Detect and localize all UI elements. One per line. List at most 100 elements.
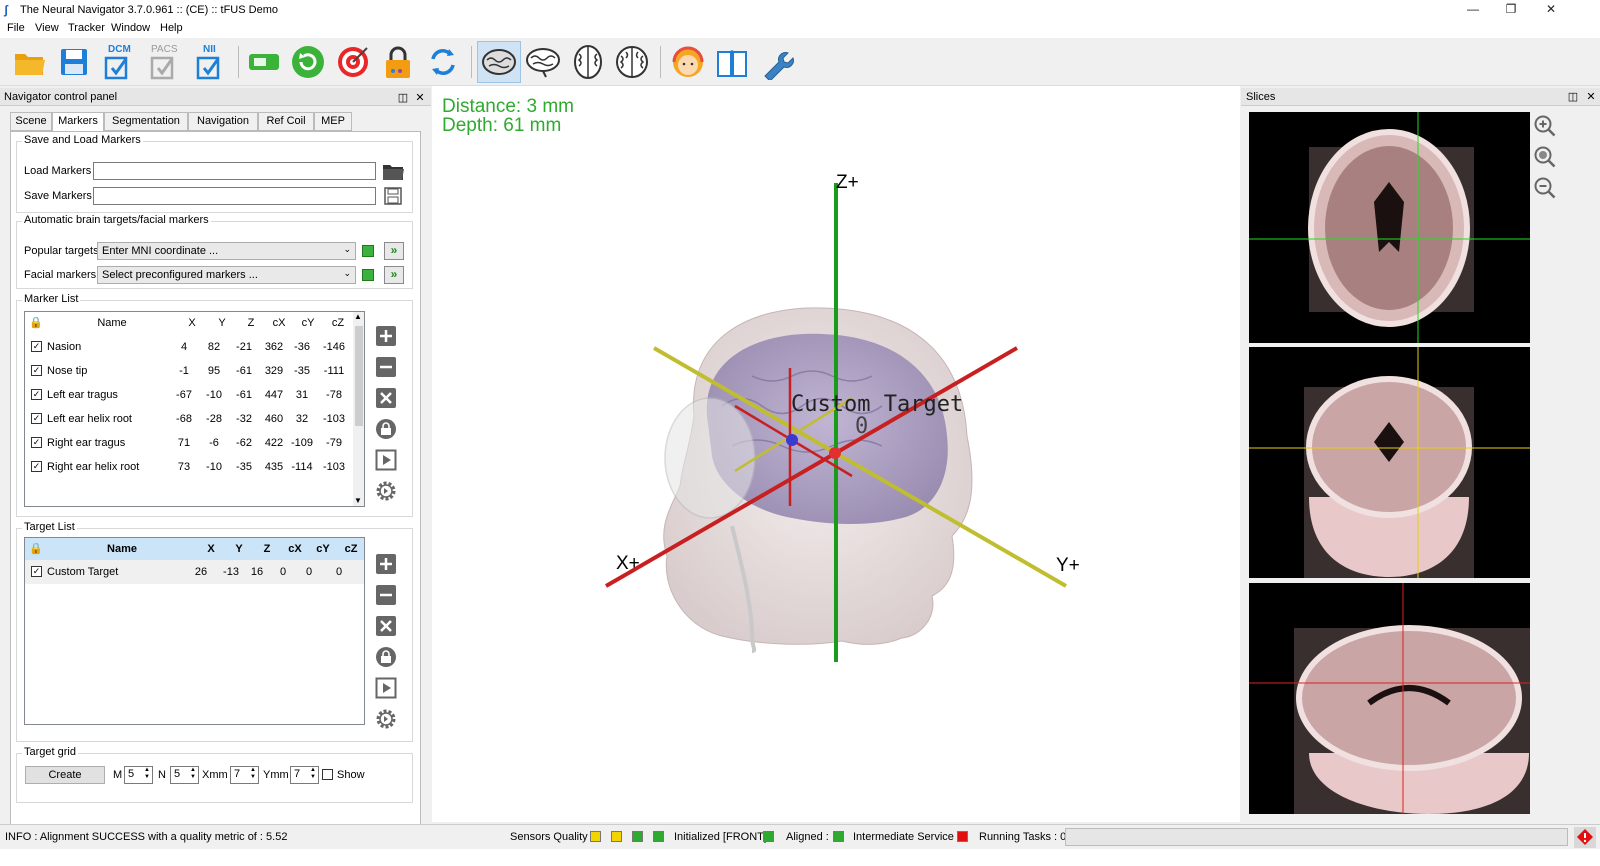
column-z[interactable]: Z (237, 312, 265, 334)
column-y[interactable]: Y (225, 538, 253, 560)
sagittal-slice-view[interactable] (1249, 583, 1530, 814)
menu-tracker[interactable]: Tracker (68, 22, 105, 34)
toggle-on-icon[interactable] (246, 44, 282, 80)
support-avatar-icon[interactable] (670, 44, 706, 80)
create-grid-button[interactable]: Create (25, 766, 105, 784)
marker-table[interactable]: 🔒 Name X Y Z cX cY cZ ▲ ▼ ✓ Nasion 4 82 … (24, 311, 365, 507)
wrench-icon[interactable] (759, 44, 795, 80)
column-name[interactable]: Name (47, 312, 177, 334)
save-markers-input[interactable] (93, 187, 376, 205)
zoom-out-icon[interactable] (1533, 176, 1557, 200)
table-row[interactable]: ✓ Left ear helix root -68 -28 -32 460 32… (25, 407, 353, 431)
scroll-up-icon[interactable]: ▲ (354, 312, 362, 321)
undock-icon[interactable]: ◫ (397, 91, 409, 104)
play-target-icon[interactable] (375, 677, 397, 699)
menu-view[interactable]: View (35, 22, 59, 34)
spin-arrows-icon[interactable]: ▲ ▼ (144, 767, 151, 781)
folder-browse-icon[interactable] (381, 160, 405, 182)
load-markers-input[interactable] (93, 162, 376, 180)
column-x[interactable]: X (197, 538, 225, 560)
lock-orange-icon[interactable] (380, 44, 416, 80)
delete-all-markers-icon[interactable] (375, 387, 397, 409)
tab-segmentation[interactable]: Segmentation (104, 112, 188, 131)
refresh-green-icon[interactable] (290, 44, 326, 80)
marker-settings-gear-icon[interactable] (375, 480, 397, 502)
dcm-import-button[interactable]: DCM (100, 44, 136, 80)
table-row[interactable]: ✓ Nasion 4 82 -21 362 -36 -146 (25, 335, 353, 359)
column-x[interactable]: X (177, 312, 207, 334)
sync-arrows-icon[interactable] (425, 44, 461, 80)
target-settings-gear-icon[interactable] (375, 708, 397, 730)
brain-cortex-icon[interactable] (614, 44, 650, 80)
panel-close-icon[interactable]: ✕ (1585, 90, 1597, 103)
zoom-in-icon[interactable] (1533, 114, 1557, 138)
menu-file[interactable]: File (7, 22, 25, 34)
grid-xmm-spinbox[interactable]: 7 ▲ ▼ (230, 766, 259, 784)
manual-book-icon[interactable] (714, 44, 750, 80)
table-row[interactable]: ✓ Right ear helix root 73 -10 -35 435 -1… (25, 455, 353, 479)
column-y[interactable]: Y (207, 312, 237, 334)
scroll-down-icon[interactable]: ▼ (354, 496, 362, 505)
nii-import-button[interactable]: NII (192, 44, 228, 80)
table-row[interactable]: ✓ Custom Target 26 -13 16 0 0 0 (25, 560, 364, 584)
open-folder-icon[interactable] (12, 44, 48, 80)
spin-arrows-icon[interactable]: ▲ ▼ (310, 767, 317, 781)
row-checkbox[interactable]: ✓ (31, 461, 42, 472)
facial-markers-select[interactable]: Select preconfigured markers ... ⌄ (97, 266, 356, 284)
grid-n-spinbox[interactable]: 5 ▲ ▼ (170, 766, 199, 784)
lock-target-icon[interactable] (375, 646, 397, 668)
column-cz[interactable]: cZ (337, 538, 364, 560)
table-row[interactable]: ✓ Left ear tragus -67 -10 -61 447 31 -78 (25, 383, 353, 407)
row-checkbox[interactable]: ✓ (31, 341, 42, 352)
grid-ymm-spinbox[interactable]: 7 ▲ ▼ (290, 766, 319, 784)
row-checkbox[interactable]: ✓ (31, 413, 42, 424)
column-name[interactable]: Name (47, 538, 197, 560)
add-marker-icon[interactable] (375, 325, 397, 347)
row-checkbox[interactable]: ✓ (31, 389, 42, 400)
show-grid-checkbox[interactable] (322, 769, 333, 780)
menu-window[interactable]: Window (111, 22, 150, 34)
tab-mep[interactable]: MEP (314, 112, 352, 131)
target-table[interactable]: 🔒 Name X Y Z cX cY cZ ✓ Custom Target 26… (24, 537, 365, 725)
menu-help[interactable]: Help (160, 22, 183, 34)
column-cx[interactable]: cX (281, 538, 309, 560)
column-z[interactable]: Z (253, 538, 281, 560)
column-cy[interactable]: cY (309, 538, 337, 560)
save-disk-icon[interactable] (56, 44, 92, 80)
brain-full-icon[interactable] (481, 44, 517, 80)
3d-viewport[interactable]: Distance: 3 mm Depth: 61 mm Z+ X+ Y+ Cus… (432, 86, 1240, 822)
remove-marker-icon[interactable] (375, 356, 397, 378)
axial-slice-view[interactable] (1249, 112, 1530, 343)
spin-arrows-icon[interactable]: ▲ ▼ (250, 767, 257, 781)
marker-table-scrollbar[interactable]: ▲ ▼ (353, 312, 364, 506)
coronal-slice-view[interactable] (1249, 347, 1530, 578)
column-cy[interactable]: cY (293, 312, 323, 334)
brain-side-icon[interactable] (525, 44, 561, 80)
alert-warning-icon[interactable] (1574, 827, 1596, 848)
pacs-import-button[interactable]: PACS (146, 44, 182, 80)
undock-icon[interactable]: ◫ (1567, 90, 1579, 103)
tab-markers[interactable]: Markers (52, 112, 104, 132)
spin-arrows-icon[interactable]: ▲ ▼ (190, 767, 197, 781)
grid-m-spinbox[interactable]: 5 ▲ ▼ (124, 766, 153, 784)
tab-ref-coil[interactable]: Ref Coil (258, 112, 314, 131)
table-row[interactable]: ✓ Right ear tragus 71 -6 -62 422 -109 -7… (25, 431, 353, 455)
delete-all-targets-icon[interactable] (375, 615, 397, 637)
play-marker-icon[interactable] (375, 449, 397, 471)
save-file-icon[interactable] (384, 187, 402, 205)
brain-top-icon[interactable] (570, 44, 606, 80)
restore-icon[interactable]: ❐ (1496, 2, 1526, 18)
popular-targets-go-button[interactable]: » (384, 242, 404, 260)
add-target-icon[interactable] (375, 553, 397, 575)
lock-marker-icon[interactable] (375, 418, 397, 440)
row-checkbox[interactable]: ✓ (31, 365, 42, 376)
tab-navigation[interactable]: Navigation (188, 112, 258, 131)
zoom-reset-icon[interactable] (1533, 145, 1557, 169)
popular-targets-select[interactable]: Enter MNI coordinate ... ⌄ (97, 242, 356, 260)
minimize-icon[interactable]: — (1458, 2, 1488, 18)
column-cz[interactable]: cZ (323, 312, 353, 334)
table-row[interactable]: ✓ Nose tip -1 95 -61 329 -35 -111 (25, 359, 353, 383)
tab-scene[interactable]: Scene (10, 112, 52, 131)
close-icon[interactable]: ✕ (1536, 2, 1566, 18)
facial-markers-go-button[interactable]: » (384, 266, 404, 284)
